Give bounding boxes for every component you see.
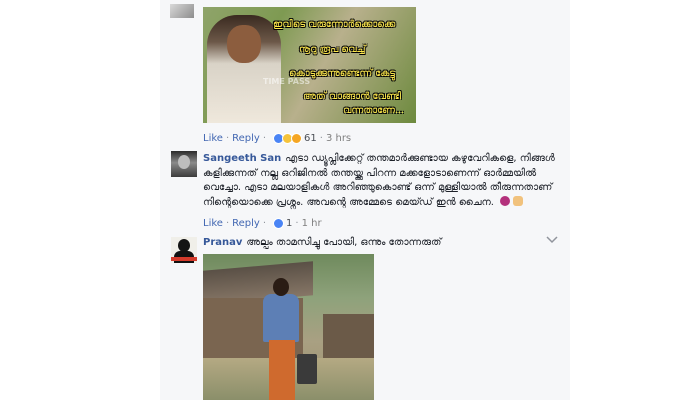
reactions-summary[interactable]: 61: [273, 133, 317, 144]
reaction-count: 1: [286, 218, 293, 229]
meme-caption-line: അത് വാങ്ങാൻ വേണ്ടി: [303, 91, 401, 102]
like-reaction-icon: [273, 218, 285, 229]
meme-caption-line: നൂറു രൂപ വെച്ച്: [299, 44, 366, 55]
reply-link[interactable]: Reply: [232, 133, 260, 144]
like-link[interactable]: Like: [203, 218, 223, 229]
reply-link[interactable]: Reply: [232, 218, 260, 229]
comment-image-still[interactable]: [203, 254, 374, 400]
comment-pranav: Pranav അല്പം താമസിച്ചു പോയി, ഒന്നും തോന്ന…: [203, 236, 543, 251]
meme-caption-line: കൊടുക്കുന്നുണ്ടെന്ന് കേട്ടു: [289, 68, 395, 79]
suitcase: [297, 354, 317, 384]
comment-sangeeth: Sangeeth San എടാ ഡ്യൂപ്ലിക്കേറ്റ് തന്തമാർ…: [203, 152, 563, 210]
comment-image-meme[interactable]: TIME PASS ഇവിടെ വരുന്നോർക്കൊക്കെ നൂറു രൂ…: [203, 7, 416, 123]
middle-finger-emoji-icon: [513, 195, 524, 206]
still-person: [261, 276, 301, 400]
like-link[interactable]: Like: [203, 133, 223, 144]
previous-comment-avatar[interactable]: [170, 4, 194, 18]
meme-caption-line: വന്നതാണേ...: [343, 105, 404, 116]
timestamp[interactable]: 3 hrs: [326, 133, 351, 144]
comment-author[interactable]: Pranav: [203, 237, 242, 248]
avatar-pranav[interactable]: [171, 237, 197, 263]
meme-person: [207, 15, 281, 123]
avatar-sangeeth[interactable]: [171, 151, 197, 177]
timestamp[interactable]: 1 hr: [302, 218, 322, 229]
comment-author[interactable]: Sangeeth San: [203, 153, 281, 164]
reactions-summary[interactable]: 1: [273, 218, 292, 229]
comment-actions: Like · Reply · 61 · 3 hrs: [203, 133, 352, 144]
reaction-count: 61: [304, 133, 317, 144]
meme-caption-line: ഇവിടെ വരുന്നോർക്കൊക്കെ: [273, 19, 396, 30]
devil-emoji-icon: [500, 195, 511, 206]
comment-actions: Like · Reply · 1 · 1 hr: [203, 218, 322, 229]
wow-reaction-icon: [291, 133, 303, 144]
chevron-down-icon[interactable]: [546, 236, 558, 248]
comment-text: അല്പം താമസിച്ചു പോയി, ഒന്നും തോന്നരുത്: [246, 237, 442, 248]
